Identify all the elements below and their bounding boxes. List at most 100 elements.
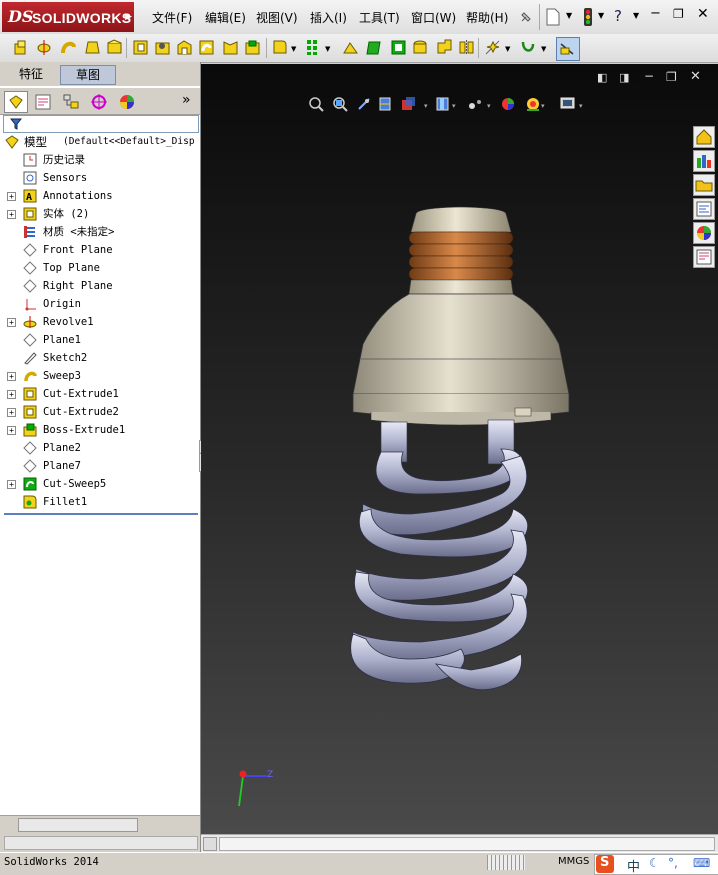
help-dropdown-icon[interactable]: ▼	[633, 11, 639, 20]
tree-item[interactable]: Plane1	[0, 331, 200, 349]
tree-item[interactable]: Top Plane	[0, 259, 200, 277]
window-close-icon[interactable]: ✕	[697, 6, 709, 22]
pin-icon[interactable]	[518, 9, 534, 25]
expand-toggle-icon[interactable]: +	[7, 318, 16, 327]
lofted-boss-icon[interactable]	[84, 39, 101, 56]
taskpane-appearances-button[interactable]	[693, 222, 715, 244]
expand-toggle-icon[interactable]: +	[7, 390, 16, 399]
viewport-close-icon[interactable]: ✕	[690, 69, 701, 84]
viewport-minimize-icon[interactable]: −	[644, 69, 654, 83]
intersect-icon[interactable]	[436, 39, 453, 56]
scroll-track[interactable]	[219, 837, 715, 851]
revolved-boss-icon[interactable]	[36, 39, 53, 56]
revolved-cut-icon[interactable]	[176, 39, 193, 56]
tree-item[interactable]: + 实体 (2)	[0, 205, 200, 223]
tree-item[interactable]: + Boss-Extrude1	[0, 421, 200, 439]
solidworks-logo[interactable]: DS SOLIDWORKS ▶	[2, 2, 134, 32]
menu-help[interactable]: 帮助(H)	[466, 9, 508, 26]
tree-item[interactable]: + Revolve1	[0, 313, 200, 331]
tree-item[interactable]: Sensors	[0, 169, 200, 187]
rib-icon[interactable]	[342, 39, 359, 56]
tab-features[interactable]: 特征	[5, 65, 57, 83]
swept-boss-icon[interactable]	[60, 39, 77, 56]
rollback-bar[interactable]	[4, 513, 198, 515]
menu-edit[interactable]: 编辑(E)	[205, 9, 246, 26]
reference-dropdown-icon[interactable]: ▼	[505, 45, 510, 53]
taskpane-file-explorer-button[interactable]	[693, 174, 715, 196]
viewport-next-icon[interactable]: ◨	[619, 71, 629, 84]
section-view-icon[interactable]	[379, 97, 391, 111]
apply-scene-icon[interactable]	[527, 98, 539, 111]
help-icon[interactable]: ?	[614, 7, 622, 25]
new-document-icon[interactable]	[545, 8, 561, 26]
menu-file[interactable]: 文件(F)	[152, 9, 192, 26]
cfl-bulb-model[interactable]	[341, 194, 581, 714]
fillet-icon[interactable]	[272, 39, 289, 56]
menu-tools[interactable]: 工具(T)	[359, 9, 400, 26]
linear-pattern-icon[interactable]	[306, 39, 323, 56]
tree-item[interactable]: Plane2	[0, 439, 200, 457]
edit-appearance-icon[interactable]	[502, 98, 514, 110]
boundary-boss-icon[interactable]	[106, 39, 123, 56]
lofted-cut-icon[interactable]	[222, 39, 239, 56]
tree-item[interactable]: + Cut-Extrude2	[0, 403, 200, 421]
menu-window[interactable]: 窗口(W)	[411, 9, 456, 26]
tree-item[interactable]: + A Annotations	[0, 187, 200, 205]
taskpane-view-palette-button[interactable]	[693, 198, 715, 220]
expand-toggle-icon[interactable]: +	[7, 426, 16, 435]
menu-insert[interactable]: 插入(I)	[310, 9, 347, 26]
view-settings-icon[interactable]	[560, 97, 575, 109]
extruded-cut-icon[interactable]	[132, 39, 149, 56]
ime-moon-icon[interactable]: ☾	[649, 856, 660, 870]
hole-wizard-icon[interactable]	[154, 39, 171, 56]
tree-item[interactable]: Sketch2	[0, 349, 200, 367]
expand-toggle-icon[interactable]: +	[7, 408, 16, 417]
boundary-cut-icon[interactable]	[244, 39, 261, 56]
tree-item[interactable]: Front Plane	[0, 241, 200, 259]
configuration-manager-icon[interactable]	[62, 93, 80, 111]
extruded-boss-icon[interactable]	[12, 39, 29, 56]
hide-show-items-icon[interactable]	[469, 100, 481, 109]
tree-item[interactable]: Plane7	[0, 457, 200, 475]
window-minimize-icon[interactable]: −	[650, 6, 661, 21]
reference-geometry-icon[interactable]	[484, 39, 501, 56]
instant3d-button[interactable]	[556, 37, 580, 61]
dimxpert-manager-icon[interactable]	[90, 93, 108, 111]
previous-view-icon[interactable]	[358, 98, 370, 110]
graphics-viewport[interactable]: ▾ ▾ ▾ ▾ ▾ ◧ ◨ − ❐ ✕ Z	[201, 64, 718, 834]
units-indicator[interactable]: MMGS	[558, 856, 589, 867]
fillet-dropdown-icon[interactable]: ▼	[291, 45, 296, 53]
swept-cut-icon[interactable]	[198, 39, 215, 56]
zoom-to-fit-icon[interactable]	[309, 97, 324, 112]
panel-scroll-thumb[interactable]	[18, 818, 138, 832]
tree-item[interactable]: 材质 <未指定>	[0, 223, 200, 241]
viewport-hscrollbar[interactable]	[201, 834, 718, 852]
taskpane-home-button[interactable]	[693, 126, 715, 148]
pattern-dropdown-icon[interactable]: ▼	[325, 45, 330, 53]
tree-item[interactable]: Fillet1	[0, 493, 200, 511]
property-manager-icon[interactable]	[34, 93, 52, 111]
feature-manager-tab[interactable]	[4, 91, 28, 113]
sogou-logo-icon[interactable]: S	[596, 855, 614, 873]
menu-view[interactable]: 视图(V)	[256, 9, 298, 26]
mirror-icon[interactable]	[458, 39, 475, 56]
tab-sketch[interactable]: 草图	[60, 65, 116, 85]
view-orientation-icon[interactable]	[402, 97, 415, 110]
zoom-to-area-icon[interactable]	[333, 97, 348, 112]
rebuild-traffic-light-icon[interactable]	[582, 7, 594, 27]
tree-root-model[interactable]: 模型 (Default<<Default>_Disp	[0, 133, 200, 151]
expand-toggle-icon[interactable]: +	[7, 192, 16, 201]
viewport-restore-icon[interactable]: ❐	[666, 70, 677, 84]
expand-toggle-icon[interactable]: +	[7, 480, 16, 489]
more-tabs-icon[interactable]: »	[182, 92, 191, 108]
curves-icon[interactable]	[520, 39, 537, 56]
new-dropdown-icon[interactable]: ▼	[566, 11, 572, 20]
ime-punct-icon[interactable]: °,	[668, 856, 678, 870]
tree-item[interactable]: Origin	[0, 295, 200, 313]
expand-toggle-icon[interactable]: +	[7, 372, 16, 381]
tree-item[interactable]: 历史记录	[0, 151, 200, 169]
curves-dropdown-icon[interactable]: ▼	[541, 45, 546, 53]
tree-item[interactable]: + Cut-Sweep5	[0, 475, 200, 493]
shell-icon[interactable]	[390, 39, 407, 56]
rebuild-dropdown-icon[interactable]: ▼	[598, 11, 604, 20]
